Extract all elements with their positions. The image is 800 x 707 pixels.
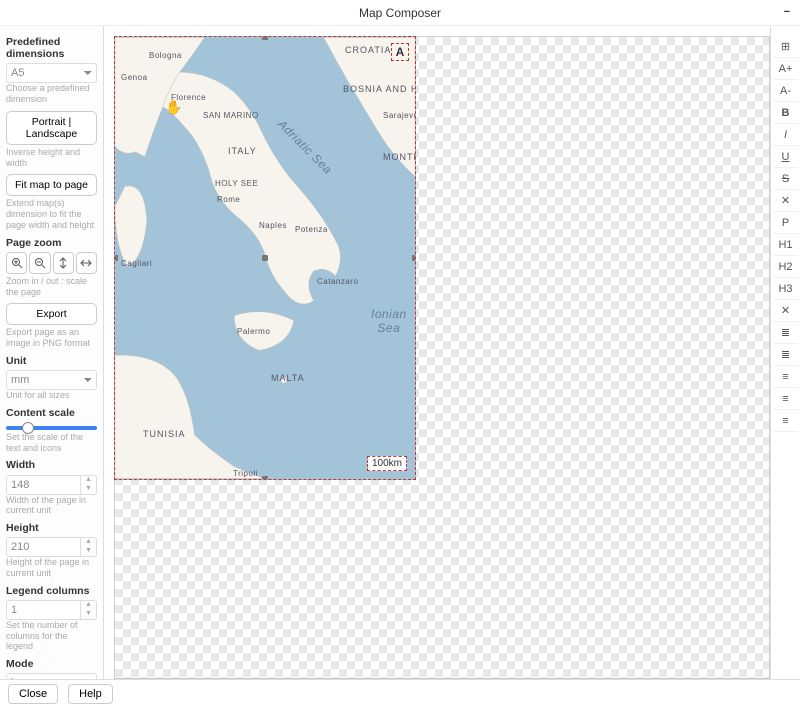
height-help: Height of the page in current unit bbox=[6, 557, 97, 579]
scale-bar[interactable]: 100km bbox=[367, 456, 407, 471]
center-handle[interactable] bbox=[262, 255, 268, 261]
strike-button[interactable]: S bbox=[774, 168, 798, 190]
italic-button[interactable]: I bbox=[774, 124, 798, 146]
height-input[interactable] bbox=[6, 537, 81, 557]
width-label: Width bbox=[6, 459, 97, 471]
legend-label: Legend columns bbox=[6, 585, 97, 597]
align-center-button[interactable]: ≡ bbox=[774, 388, 798, 410]
zoom-out-icon[interactable] bbox=[29, 252, 50, 274]
canvas-area[interactable]: CROATIA BOSNIA AND HERZEGOVINA ITALY SAN… bbox=[104, 26, 770, 679]
app-title: Map Composer bbox=[359, 6, 441, 20]
mode-label: Mode bbox=[6, 658, 97, 670]
map-frame[interactable]: CROATIA BOSNIA AND HERZEGOVINA ITALY SAN… bbox=[114, 36, 416, 480]
label-malta: MALTA bbox=[271, 373, 305, 383]
legend-stepper[interactable]: ▲▼ bbox=[81, 600, 97, 620]
zoom-help: Zoom in / out : scale the page bbox=[6, 276, 97, 298]
label-tunisia: TUNISIA bbox=[143, 429, 186, 439]
mode-select[interactable]: layout bbox=[6, 673, 97, 679]
resize-handle-bottom[interactable] bbox=[262, 476, 268, 480]
add-text-button[interactable]: ⊞ bbox=[774, 36, 798, 58]
label-bosnia: BOSNIA AND HERZEGOVINA bbox=[343, 85, 416, 94]
label-naples: Naples bbox=[259, 221, 287, 230]
label-bologna: Bologna bbox=[149, 51, 182, 60]
help-button[interactable]: Help bbox=[68, 684, 113, 704]
title-bar: Map Composer − bbox=[0, 0, 800, 26]
align-right-button[interactable]: ≡ bbox=[774, 410, 798, 432]
label-palermo: Palermo bbox=[237, 327, 270, 336]
label-sarajevo: Sarajevo bbox=[383, 111, 416, 120]
label-san-marino: SAN MARINO bbox=[203, 111, 259, 120]
unit-help: Unit for all sizes bbox=[6, 390, 97, 401]
list-ul-button[interactable]: ≣ bbox=[774, 322, 798, 344]
label-potenza: Potenza bbox=[295, 225, 328, 234]
legend-help: Set the number of columns for the legend bbox=[6, 620, 97, 652]
label-montenegro: MONTENE bbox=[383, 152, 416, 162]
export-button[interactable]: Export bbox=[6, 303, 97, 325]
dimensions-label: Predefined dimensions bbox=[6, 36, 97, 60]
label-croatia: CROATIA bbox=[345, 45, 391, 55]
scale-label: Content scale bbox=[6, 407, 97, 419]
export-help: Export page as an image in PNG format bbox=[6, 327, 97, 349]
unit-select[interactable]: mm bbox=[6, 370, 97, 390]
h1-button[interactable]: H1 bbox=[774, 234, 798, 256]
zoom-label: Page zoom bbox=[6, 237, 97, 249]
underline-button[interactable]: U bbox=[774, 146, 798, 168]
fit-map-help: Extend map(s) dimension to fit the page … bbox=[6, 198, 97, 230]
dimensions-select[interactable]: A5 bbox=[6, 63, 97, 83]
minimize-button[interactable]: − bbox=[784, 6, 790, 18]
label-italy: ITALY bbox=[228, 146, 257, 156]
resize-handle-right[interactable] bbox=[412, 255, 416, 261]
height-label: Height bbox=[6, 522, 97, 534]
align-left-button[interactable]: ≡ bbox=[774, 366, 798, 388]
hand-cursor-icon: ✋ bbox=[165, 99, 182, 116]
label-genoa: Genoa bbox=[121, 73, 148, 82]
fit-map-button[interactable]: Fit map to page bbox=[6, 174, 97, 196]
label-holy-see: HOLY SEE bbox=[215, 179, 258, 188]
resize-handle-top[interactable] bbox=[262, 36, 268, 40]
label-tripoli: Tripoli bbox=[233, 469, 258, 478]
label-cagliari: Cagliari bbox=[121, 259, 152, 268]
footer: Close Help bbox=[0, 679, 800, 707]
close-button[interactable]: Close bbox=[8, 684, 58, 704]
font-dec-button[interactable]: A- bbox=[774, 80, 798, 102]
h2-button[interactable]: H2 bbox=[774, 256, 798, 278]
height-stepper[interactable]: ▲▼ bbox=[81, 537, 97, 557]
font-inc-button[interactable]: A+ bbox=[774, 58, 798, 80]
remove-format-button[interactable]: ✕ bbox=[774, 190, 798, 212]
paragraph-button[interactable]: P bbox=[774, 212, 798, 234]
unit-label: Unit bbox=[6, 355, 97, 367]
zoom-in-icon[interactable] bbox=[6, 252, 27, 274]
right-toolbar: ⊞A+A-BIUS✕PH1H2H3✕≣≣≡≡≡ bbox=[770, 26, 800, 679]
orientation-button[interactable]: Portrait | Landscape bbox=[6, 111, 97, 145]
label-catanzaro: Catanzaro bbox=[317, 277, 358, 286]
width-stepper[interactable]: ▲▼ bbox=[81, 475, 97, 495]
content-scale-slider[interactable] bbox=[6, 426, 97, 430]
label-rome: Rome bbox=[217, 195, 240, 204]
north-arrow[interactable]: A bbox=[391, 43, 409, 61]
zoom-fit-width-icon[interactable] bbox=[76, 252, 97, 274]
width-input[interactable] bbox=[6, 475, 81, 495]
list-ol-button[interactable]: ≣ bbox=[774, 344, 798, 366]
label-ionian: Ionian Sea bbox=[371, 307, 407, 335]
legend-columns-input[interactable] bbox=[6, 600, 81, 620]
clear-button[interactable]: ✕ bbox=[774, 300, 798, 322]
resize-handle-left[interactable] bbox=[114, 255, 118, 261]
zoom-fit-height-icon[interactable] bbox=[53, 252, 74, 274]
width-help: Width of the page in current unit bbox=[6, 495, 97, 517]
orientation-help: Inverse height and width bbox=[6, 147, 97, 169]
left-sidebar: Predefined dimensions A5 Choose a predef… bbox=[0, 26, 104, 679]
bold-button[interactable]: B bbox=[774, 102, 798, 124]
h3-button[interactable]: H3 bbox=[774, 278, 798, 300]
dimensions-help: Choose a predefined dimension bbox=[6, 83, 97, 105]
scale-help: Set the scale of the text and icons bbox=[6, 432, 97, 454]
